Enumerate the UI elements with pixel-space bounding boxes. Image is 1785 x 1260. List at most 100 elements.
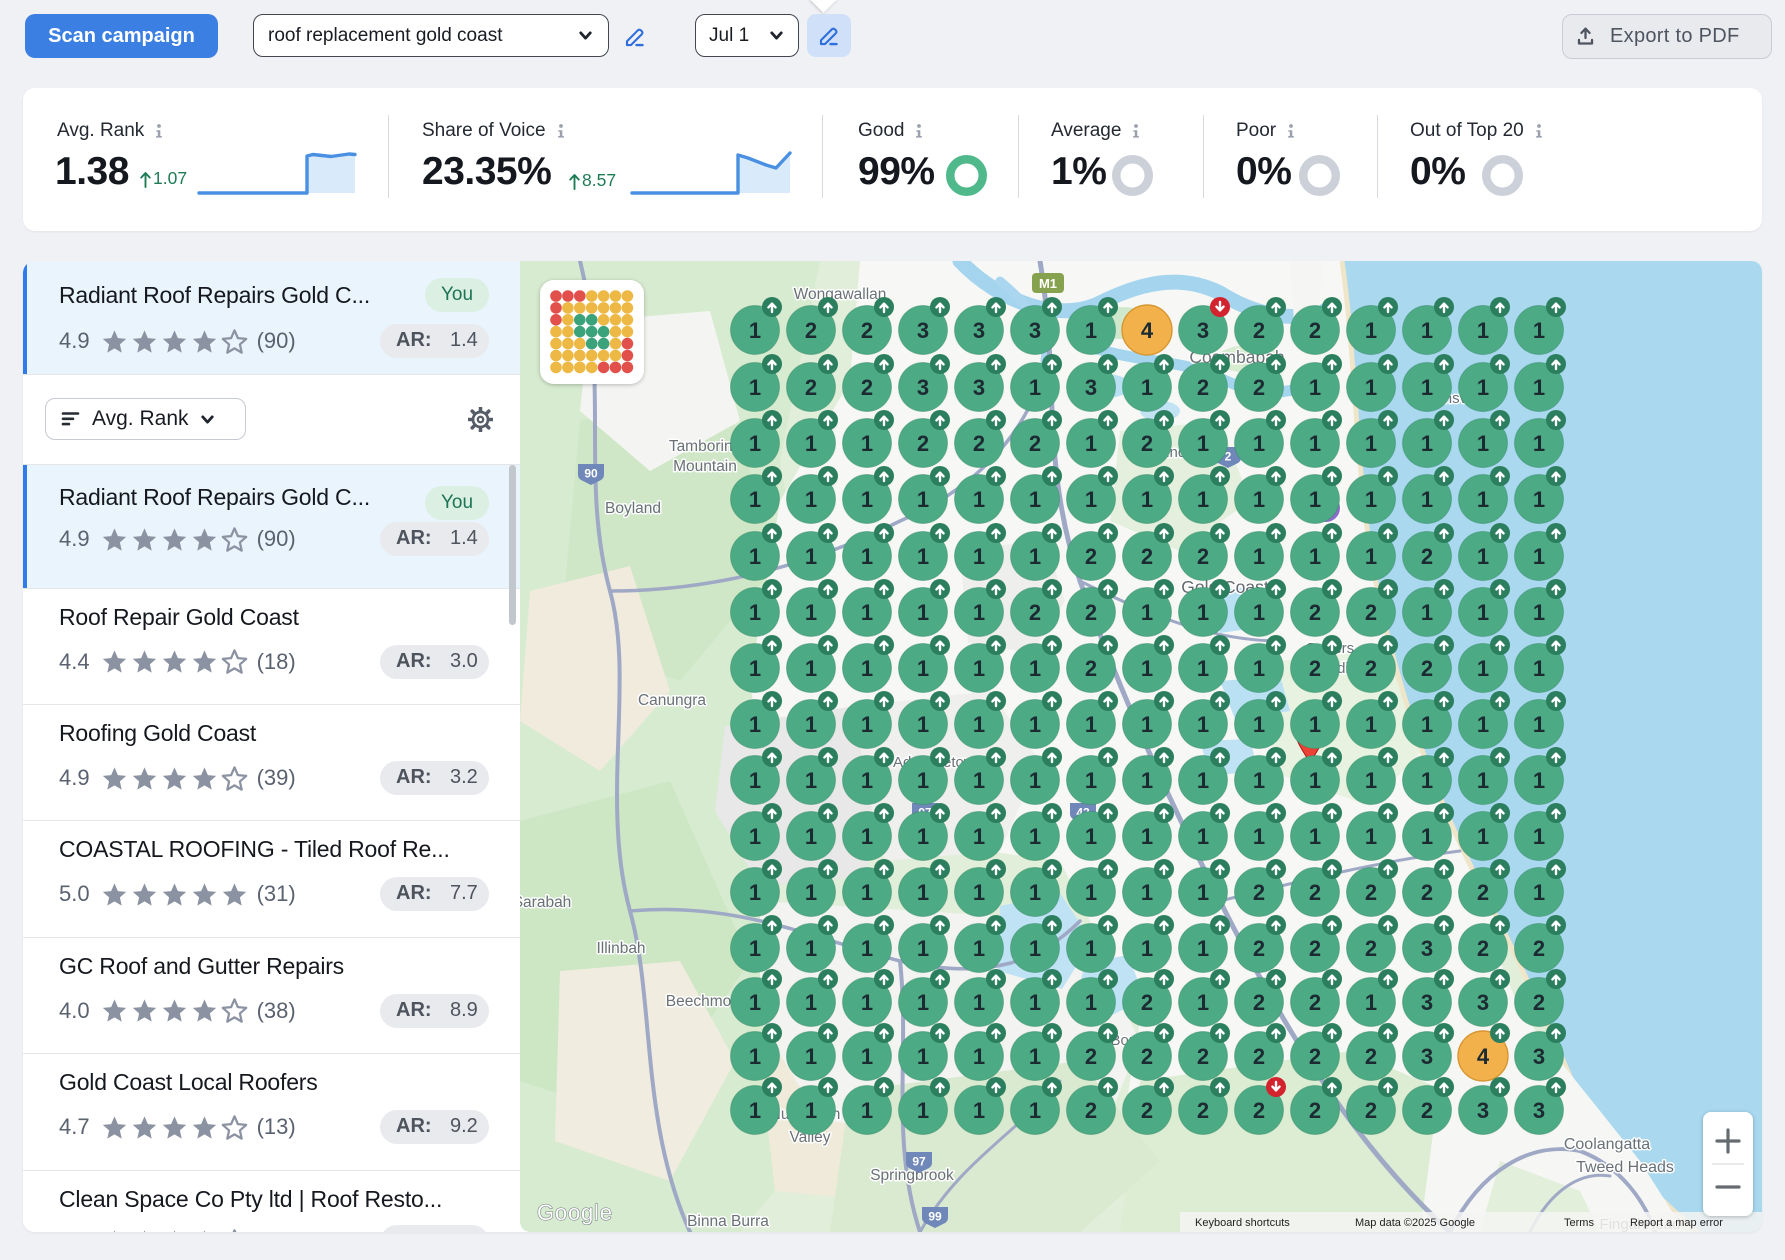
svg-text:2: 2 (861, 375, 873, 400)
svg-text:1: 1 (1197, 656, 1209, 681)
svg-text:1: 1 (805, 936, 817, 961)
svg-text:1: 1 (1141, 936, 1153, 961)
svg-text:1: 1 (917, 656, 929, 681)
svg-text:3: 3 (973, 318, 985, 343)
svg-text:1: 1 (973, 880, 985, 905)
svg-text:1: 1 (1533, 712, 1545, 737)
svg-text:1: 1 (805, 600, 817, 625)
svg-text:1: 1 (917, 1098, 929, 1123)
svg-text:1: 1 (1141, 712, 1153, 737)
svg-text:2: 2 (1197, 544, 1209, 569)
svg-text:Mountain: Mountain (673, 458, 737, 475)
svg-text:3: 3 (1085, 375, 1097, 400)
svg-text:1: 1 (973, 600, 985, 625)
svg-text:1: 1 (1029, 1044, 1041, 1069)
svg-text:1: 1 (805, 768, 817, 793)
svg-text:1: 1 (1085, 824, 1097, 849)
svg-text:1: 1 (1085, 431, 1097, 456)
svg-text:1: 1 (749, 936, 761, 961)
svg-text:Tweed Heads: Tweed Heads (1576, 1159, 1674, 1176)
svg-text:1: 1 (1141, 880, 1153, 905)
svg-text:3: 3 (1421, 990, 1433, 1015)
svg-text:1: 1 (1477, 544, 1489, 569)
svg-text:2: 2 (1253, 990, 1265, 1015)
svg-text:2: 2 (1309, 600, 1321, 625)
svg-text:1: 1 (1309, 824, 1321, 849)
svg-text:2: 2 (1141, 544, 1153, 569)
svg-text:1: 1 (1533, 824, 1545, 849)
svg-text:2: 2 (1197, 1044, 1209, 1069)
svg-text:1: 1 (805, 712, 817, 737)
svg-text:1: 1 (917, 600, 929, 625)
svg-text:Coolangatta: Coolangatta (1564, 1136, 1650, 1153)
svg-text:1: 1 (1309, 544, 1321, 569)
svg-text:2: 2 (1365, 1044, 1377, 1069)
svg-text:2: 2 (1029, 431, 1041, 456)
svg-text:1: 1 (1085, 768, 1097, 793)
svg-text:Wongawallan: Wongawallan (794, 286, 887, 303)
svg-text:2: 2 (1365, 656, 1377, 681)
svg-text:1: 1 (1253, 600, 1265, 625)
svg-text:1: 1 (917, 712, 929, 737)
svg-text:1: 1 (861, 824, 873, 849)
svg-text:2: 2 (1085, 1098, 1097, 1123)
svg-text:1: 1 (917, 544, 929, 569)
svg-text:Illinbah: Illinbah (596, 940, 645, 957)
svg-text:3: 3 (1477, 1098, 1489, 1123)
svg-text:1: 1 (1421, 431, 1433, 456)
svg-text:M1: M1 (1039, 276, 1057, 291)
svg-text:2: 2 (1253, 1044, 1265, 1069)
svg-text:1: 1 (1141, 656, 1153, 681)
svg-text:1: 1 (1533, 768, 1545, 793)
svg-text:2: 2 (1421, 656, 1433, 681)
svg-text:1: 1 (805, 990, 817, 1015)
svg-text:99: 99 (928, 1210, 942, 1224)
svg-text:1: 1 (973, 712, 985, 737)
svg-text:1: 1 (1197, 880, 1209, 905)
svg-text:1: 1 (1477, 600, 1489, 625)
svg-text:3: 3 (1029, 318, 1041, 343)
svg-text:1: 1 (749, 824, 761, 849)
svg-text:1: 1 (1477, 656, 1489, 681)
svg-text:1: 1 (973, 487, 985, 512)
svg-text:1: 1 (1421, 318, 1433, 343)
svg-text:2: 2 (805, 318, 817, 343)
svg-text:1: 1 (1197, 600, 1209, 625)
svg-text:2: 2 (805, 375, 817, 400)
svg-text:1: 1 (1029, 990, 1041, 1015)
svg-text:1: 1 (1197, 768, 1209, 793)
svg-text:1: 1 (1197, 431, 1209, 456)
svg-text:Keyboard shortcuts: Keyboard shortcuts (1195, 1217, 1290, 1229)
svg-text:2: 2 (1365, 880, 1377, 905)
svg-text:2: 2 (1253, 880, 1265, 905)
svg-text:1: 1 (973, 824, 985, 849)
svg-text:1: 1 (1085, 880, 1097, 905)
svg-text:2: 2 (917, 431, 929, 456)
svg-text:1: 1 (749, 1098, 761, 1123)
svg-text:1: 1 (805, 487, 817, 512)
svg-text:1: 1 (749, 1044, 761, 1069)
svg-text:1: 1 (1029, 1098, 1041, 1123)
svg-text:1: 1 (1197, 712, 1209, 737)
svg-text:1: 1 (1533, 375, 1545, 400)
svg-text:1: 1 (1309, 768, 1321, 793)
svg-text:1: 1 (1533, 544, 1545, 569)
svg-text:2: 2 (1309, 656, 1321, 681)
svg-text:1: 1 (861, 768, 873, 793)
svg-text:1: 1 (749, 768, 761, 793)
svg-text:1: 1 (749, 600, 761, 625)
svg-text:1: 1 (1533, 880, 1545, 905)
svg-text:3: 3 (1533, 1044, 1545, 1069)
svg-text:1: 1 (1197, 824, 1209, 849)
svg-text:Map data ©2025 Google: Map data ©2025 Google (1355, 1217, 1475, 1229)
svg-text:1: 1 (1421, 824, 1433, 849)
svg-text:2: 2 (1085, 656, 1097, 681)
svg-text:2: 2 (1421, 544, 1433, 569)
svg-text:1: 1 (1085, 487, 1097, 512)
svg-text:2: 2 (1533, 990, 1545, 1015)
svg-text:2: 2 (1477, 936, 1489, 961)
svg-text:Binna Burra: Binna Burra (687, 1213, 769, 1230)
svg-text:1: 1 (1197, 487, 1209, 512)
svg-text:1: 1 (1365, 544, 1377, 569)
svg-text:2: 2 (1309, 936, 1321, 961)
